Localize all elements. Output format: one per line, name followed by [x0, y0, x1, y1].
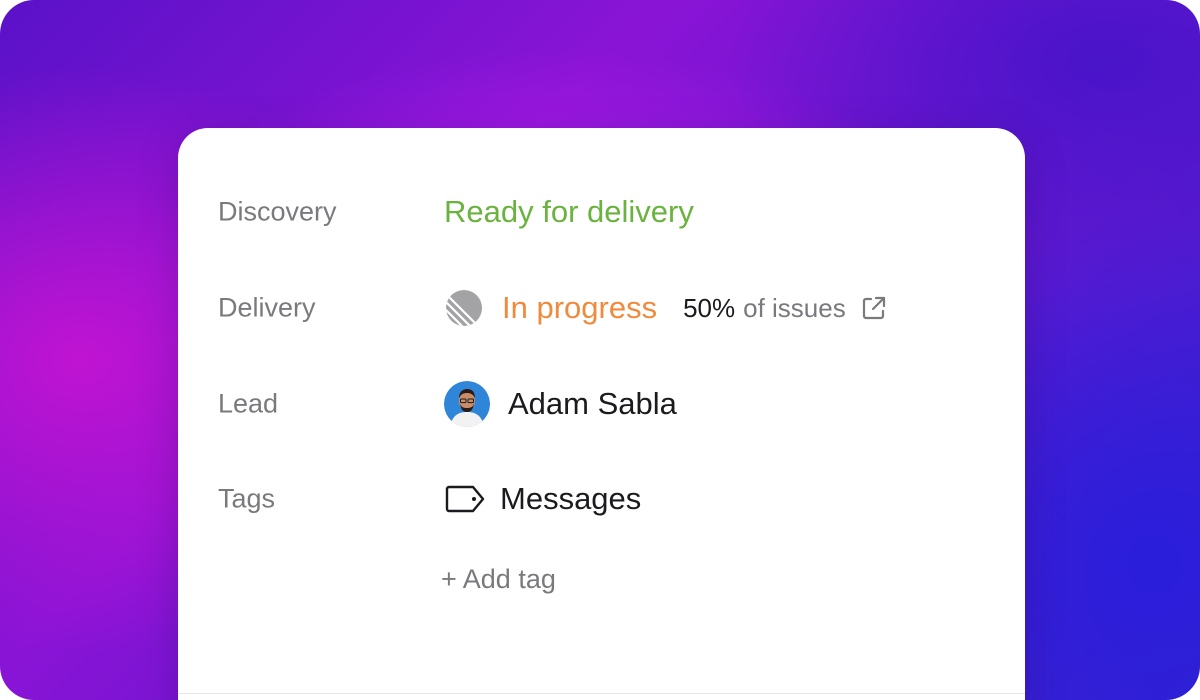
- lead-row: Lead Adam Sabla: [178, 379, 1025, 429]
- tag-item[interactable]: Messages: [500, 481, 641, 517]
- progress-circle-icon: [446, 290, 482, 326]
- divider: [178, 693, 1025, 694]
- discovery-row: Discovery Ready for delivery: [178, 187, 1025, 237]
- lead-value[interactable]: Adam Sabla: [444, 381, 677, 427]
- delivery-status[interactable]: In progress: [502, 290, 657, 326]
- external-link-icon[interactable]: [860, 294, 888, 322]
- lead-label: Lead: [218, 388, 279, 419]
- delivery-percent: 50%: [683, 292, 736, 323]
- discovery-status[interactable]: Ready for delivery: [444, 194, 694, 230]
- discovery-value[interactable]: Ready for delivery: [444, 194, 694, 230]
- tags-value[interactable]: Messages: [444, 481, 641, 517]
- delivery-value[interactable]: In progress 50% of issues: [444, 288, 888, 328]
- avatar: [444, 381, 490, 427]
- delivery-label: Delivery: [218, 292, 316, 323]
- lead-name[interactable]: Adam Sabla: [508, 386, 677, 422]
- add-tag-button[interactable]: + Add tag: [441, 564, 556, 595]
- tags-label: Tags: [218, 483, 276, 514]
- tags-row: Tags Messages: [178, 474, 1025, 524]
- background: Discovery Ready for delivery Delivery In…: [0, 0, 1200, 700]
- delivery-percent-suffix: of issues: [743, 292, 846, 323]
- details-card: Discovery Ready for delivery Delivery In…: [178, 128, 1025, 700]
- tag-icon: [445, 485, 485, 513]
- delivery-row: Delivery In progress 50% of issues: [178, 283, 1025, 333]
- discovery-label: Discovery: [218, 196, 337, 227]
